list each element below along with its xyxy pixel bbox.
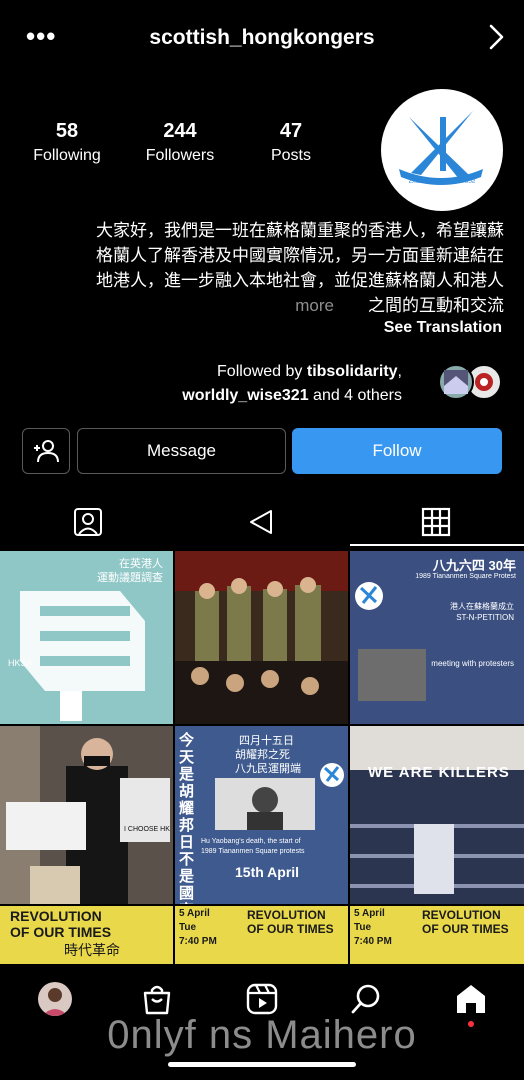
tab-tagged[interactable] — [72, 506, 104, 538]
followed-prefix: Followed by — [217, 363, 307, 380]
post-text: Tue — [179, 922, 197, 933]
post-text: meeting with protesters — [431, 659, 514, 668]
nav-home[interactable] — [454, 982, 488, 1016]
logo-icon — [320, 763, 344, 787]
post-thumbnail[interactable]: 八九六四 30年 1989 Tiananmen Square Protest 港… — [350, 551, 524, 724]
post-text: 7:40 PM — [179, 936, 217, 947]
post-thumbnail[interactable]: WE ARE KILLERS — [350, 726, 524, 904]
tab-reels[interactable] — [245, 506, 277, 538]
banner-photo-icon — [350, 726, 524, 904]
post-text: Hu Yaobang's death, the start of — [201, 838, 301, 845]
post-text: 1989 Tiananmen Square protests — [201, 848, 305, 855]
shopping-bag-icon — [143, 985, 171, 1015]
post-text: OF OUR TIMES — [247, 922, 334, 936]
followers-stat[interactable]: 244 Followers — [134, 120, 226, 165]
post-text: REVOLUTION — [422, 908, 501, 922]
nav-shop[interactable] — [140, 982, 174, 1016]
add-user-button[interactable] — [22, 428, 70, 474]
post-text: ST-N-PETITION — [456, 613, 514, 622]
post-text: 八九六四 30年 — [432, 558, 516, 573]
message-button[interactable]: Message — [77, 428, 286, 474]
post-thumbnail[interactable]: 5 April Tue 7:40 PM REVOLUTION OF OUR TI… — [350, 906, 524, 964]
back-chevron-icon[interactable] — [484, 22, 508, 52]
posts-count: 47 — [279, 120, 303, 142]
posts-label: Posts — [270, 147, 311, 164]
following-label: Following — [33, 147, 101, 164]
add-person-icon — [34, 440, 59, 463]
post-thumbnail[interactable]: 5 April Tue 7:40 PM REVOLUTION OF OUR TI… — [175, 906, 348, 964]
nav-reels[interactable] — [245, 982, 279, 1016]
post-portrait — [215, 778, 315, 830]
post-text: Tue — [354, 922, 372, 933]
post-text: OF OUR TIMES — [422, 922, 509, 936]
post-text: 1989 Tiananmen Square Protest — [415, 573, 516, 580]
post-thumbnail[interactable]: 在英港人 運動議題調查 HKSA — [0, 551, 173, 724]
nav-search[interactable] — [350, 982, 384, 1016]
home-icon — [457, 985, 485, 1013]
post-text: 5 April — [179, 908, 210, 919]
see-translation-link[interactable]: See Translation — [22, 319, 502, 337]
search-icon — [351, 984, 380, 1014]
follow-button[interactable]: Follow — [292, 428, 502, 474]
post-text: I CHOOSE HK — [124, 826, 170, 833]
tagged-icon — [74, 508, 102, 536]
active-tab-indicator — [350, 544, 524, 546]
post-text: WE ARE KILLERS — [368, 764, 510, 781]
logo-icon — [355, 582, 383, 610]
followed-suffix: and 4 others — [308, 387, 402, 404]
post-text: 港人在蘇格蘭成立 — [450, 602, 514, 611]
post-text: 運動議題調查 — [97, 572, 163, 584]
watermark-text: 0nlyf ns Maihero — [107, 1013, 417, 1057]
following-stat[interactable]: 58 Following — [22, 120, 112, 165]
bio-line: 大家好，我們是一班在蘇格蘭重聚的香港人，希望讓蘇 — [96, 221, 504, 240]
followed-user-1[interactable]: tibsolidarity — [307, 363, 398, 380]
grid-icon — [421, 507, 451, 537]
post-thumbnail[interactable]: 今天是胡耀邦日不是國家安全教育日 四月十五日 胡耀邦之死 八九民運開端 Hu Y… — [175, 726, 348, 904]
bio-line: 地港人，進一步融入本地社會，並促進蘇格蘭人和港人 — [96, 271, 504, 290]
mutual-follower-avatar — [438, 364, 474, 400]
reels-icon — [246, 983, 278, 1015]
post-thumbnail[interactable]: I CHOOSE HK — [0, 726, 173, 904]
post-text: OF OUR TIMES — [10, 924, 112, 940]
posts-stat[interactable]: 47 Posts — [260, 120, 322, 165]
profile-username: scottish_hongkongers — [149, 26, 375, 49]
post-thumbnail[interactable] — [175, 551, 348, 724]
following-count: 58 — [55, 120, 79, 142]
scottish-hongkongers-logo-icon — [384, 92, 500, 208]
post-text: REVOLUTION — [10, 908, 102, 924]
tab-grid[interactable] — [420, 506, 452, 538]
followed-by-text[interactable]: Followed by tibsolidarity, worldly_wise3… — [22, 360, 402, 408]
bio-more-link[interactable]: more — [295, 296, 334, 315]
reels-play-icon — [250, 510, 272, 534]
followers-count: 244 — [163, 120, 197, 142]
profile-avatar[interactable]: SCOTTISH HONGKONGERS — [381, 89, 503, 211]
bio-line: more 之間的互動和交流 — [295, 296, 504, 315]
post-text: 7:40 PM — [354, 936, 392, 947]
followers-label: Followers — [145, 147, 215, 164]
nav-profile-avatar[interactable] — [38, 982, 72, 1016]
post-text: 時代革命 — [64, 942, 120, 958]
home-indicator[interactable] — [168, 1062, 356, 1067]
post-text: 今天是胡耀邦日不是國家安全教育日 — [179, 732, 195, 904]
post-text: REVOLUTION — [247, 908, 326, 922]
post-text: 八九民運開端 — [235, 763, 301, 775]
post-photo — [358, 649, 426, 701]
post-text: 5 April — [354, 908, 385, 919]
post-text: 15th April — [235, 864, 300, 880]
post-text: 在英港人 — [119, 558, 163, 570]
bio-line: 格蘭人了解香港及中國實際情況，另一方面重新連結在 — [96, 246, 504, 265]
profile-bio: 大家好，我們是一班在蘇格蘭重聚的香港人，希望讓蘇 格蘭人了解香港及中國實際情況，… — [22, 218, 504, 318]
avatar-logo-text: SCOTTISH HONGKONGERS — [408, 179, 476, 185]
post-badge: HKSA — [8, 658, 33, 668]
post-thumbnail[interactable]: REVOLUTION OF OUR TIMES 時代革命 — [0, 906, 173, 964]
protester-photo-icon — [0, 726, 173, 904]
soldiers-photo-icon — [175, 551, 348, 724]
followed-user-2[interactable]: worldly_wise321 — [182, 387, 308, 404]
